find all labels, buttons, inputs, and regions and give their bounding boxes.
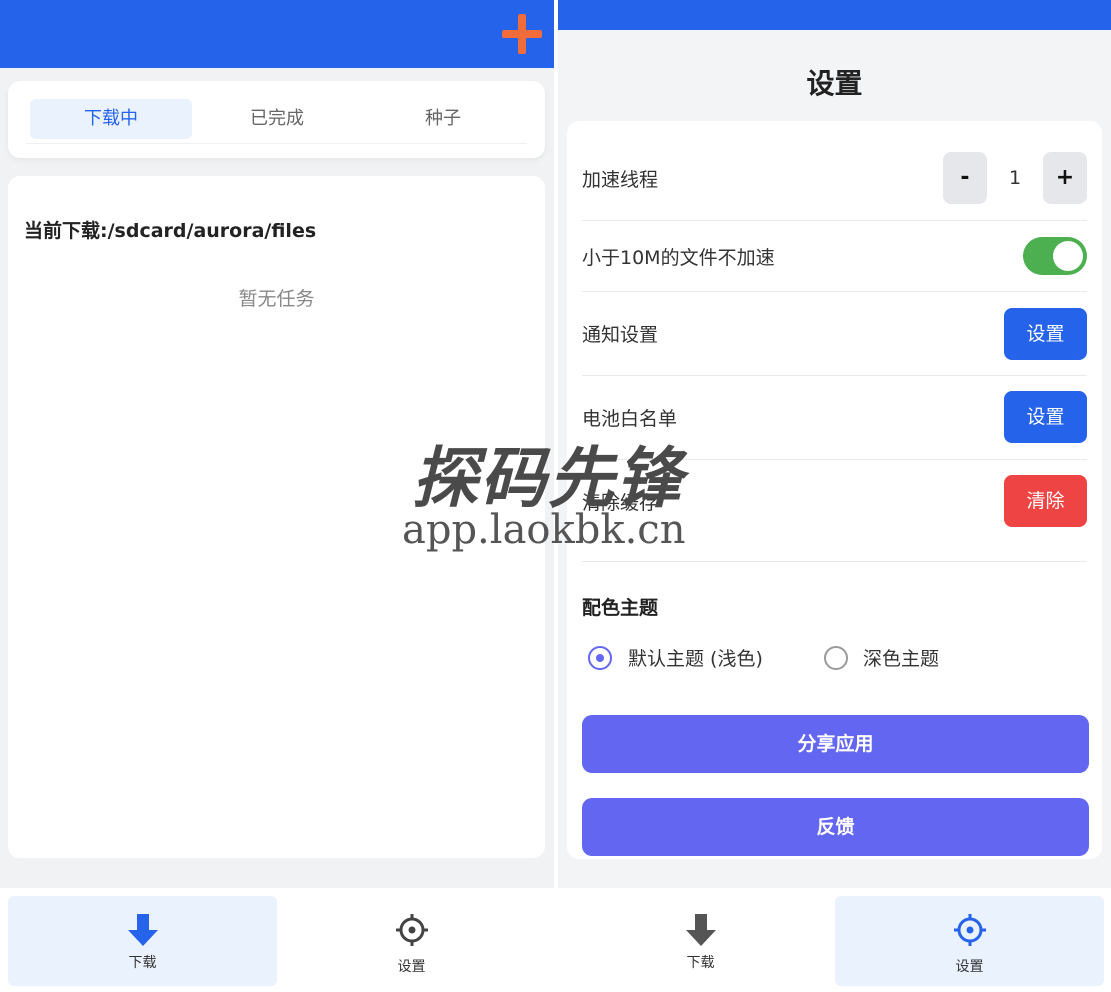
battery-label: 电池白名单: [582, 408, 678, 430]
theme-dark-radio[interactable]: [824, 646, 848, 670]
threads-label: 加速线程: [582, 169, 659, 191]
threads-decrement-button[interactable]: -: [943, 152, 987, 204]
top-bar: [0, 0, 554, 68]
tab-downloading[interactable]: 下载中: [30, 99, 192, 139]
setting-row-notification: 通知设置 设置: [582, 292, 1087, 376]
nav-downloads-label: 下载: [686, 955, 715, 971]
add-download-button[interactable]: [502, 14, 542, 54]
threads-value: 1: [1008, 167, 1022, 189]
download-path: 当前下载:/sdcard/aurora/files: [24, 220, 317, 242]
toggle-knob: [1053, 241, 1083, 271]
downloads-screen: 下载中 已完成 种子 当前下载:/sdcard/aurora/files 暂无任…: [0, 0, 554, 992]
battery-settings-button[interactable]: 设置: [1004, 391, 1087, 443]
small-file-toggle[interactable]: [1023, 237, 1087, 275]
download-list-card: 当前下载:/sdcard/aurora/files 暂无任务: [8, 176, 545, 858]
nav-settings[interactable]: 设置: [835, 896, 1104, 986]
threads-increment-button[interactable]: +: [1043, 152, 1087, 204]
theme-light-radio[interactable]: [588, 646, 612, 670]
tab-completed[interactable]: 已完成: [196, 99, 358, 139]
clear-cache-button[interactable]: 清除: [1004, 475, 1087, 527]
cache-label: 清除缓存: [582, 492, 659, 514]
settings-icon: [953, 914, 986, 946]
page-title: 设置: [806, 67, 863, 100]
nav-downloads[interactable]: 下载: [8, 896, 277, 986]
settings-card: 加速线程 - 1 + 小于10M的文件不加速 通知设置 设置 电池白名单 设置 …: [567, 121, 1102, 859]
tabs-card: 下载中 已完成 种子: [8, 81, 545, 158]
setting-row-threads: 加速线程 - 1 +: [582, 121, 1087, 221]
setting-row-small-file: 小于10M的文件不加速: [582, 221, 1087, 292]
empty-state-text: 暂无任务: [238, 288, 315, 310]
tab-torrents[interactable]: 种子: [362, 99, 524, 139]
download-icon: [685, 914, 716, 946]
nav-downloads[interactable]: 下载: [566, 896, 835, 986]
nav-downloads-label: 下载: [128, 955, 157, 971]
bottom-nav: 下载 设置: [558, 888, 1111, 992]
theme-light-label[interactable]: 默认主题 (浅色): [628, 644, 763, 671]
setting-row-battery: 电池白名单 设置: [582, 376, 1087, 460]
theme-section-title: 配色主题: [582, 597, 659, 619]
setting-row-cache: 清除缓存 清除: [582, 460, 1087, 562]
share-app-button[interactable]: 分享应用: [582, 715, 1089, 773]
settings-screen: 设置 加速线程 - 1 + 小于10M的文件不加速 通知设置 设置 电池白名单 …: [558, 0, 1111, 992]
nav-settings-label: 设置: [397, 959, 426, 975]
notification-label: 通知设置: [582, 324, 659, 346]
theme-dark-label[interactable]: 深色主题: [863, 644, 939, 671]
radio-dot: [596, 654, 604, 662]
small-file-label: 小于10M的文件不加速: [582, 247, 775, 269]
settings-icon: [395, 914, 428, 946]
plus-icon-bar: [518, 14, 526, 54]
notification-settings-button[interactable]: 设置: [1004, 308, 1087, 360]
top-bar: [558, 0, 1111, 30]
bottom-nav: 下载 设置: [0, 888, 554, 992]
nav-settings[interactable]: 设置: [277, 896, 546, 986]
feedback-button[interactable]: 反馈: [582, 798, 1089, 856]
download-icon: [127, 914, 158, 946]
tabs-divider: [26, 143, 527, 144]
nav-settings-label: 设置: [955, 959, 984, 975]
